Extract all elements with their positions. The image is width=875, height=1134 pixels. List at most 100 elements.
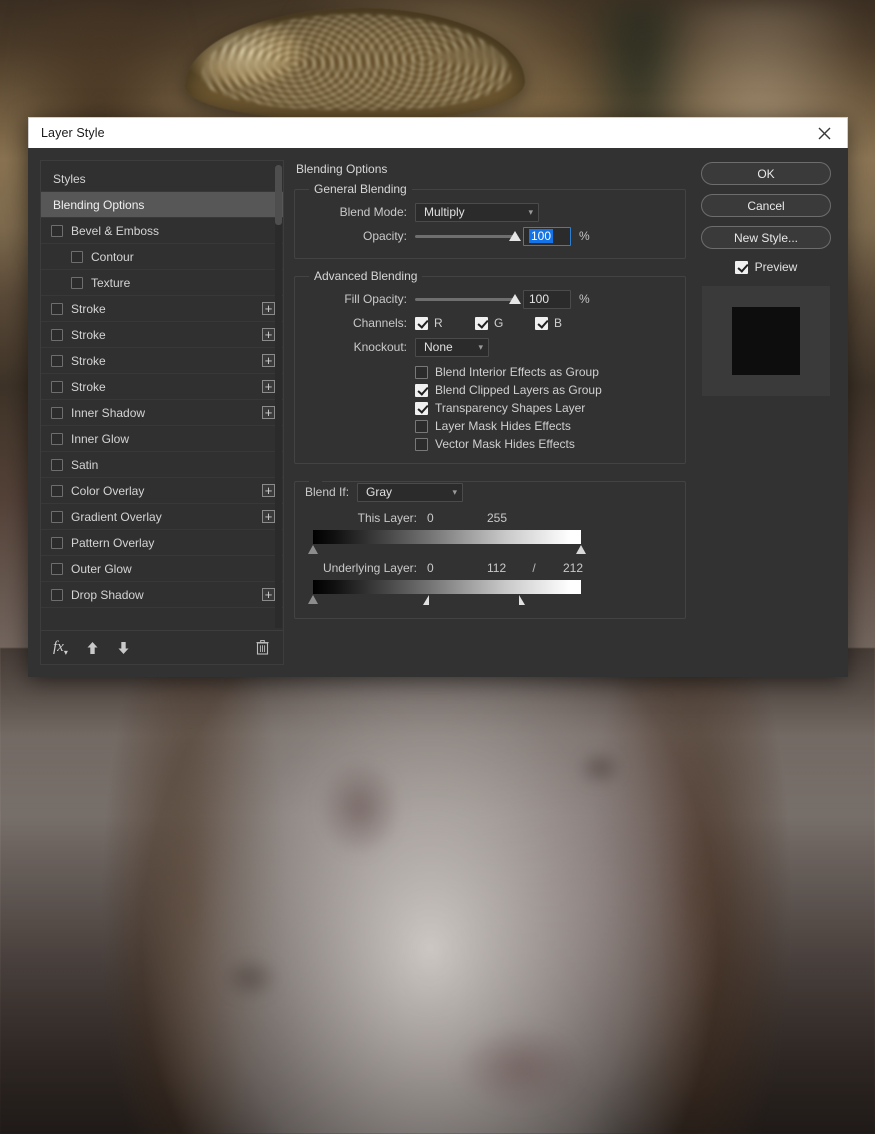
style-row-checkbox[interactable] bbox=[51, 458, 63, 471]
trash-icon[interactable] bbox=[256, 640, 269, 655]
style-row-checkbox[interactable] bbox=[71, 250, 83, 263]
style-row-label: Inner Glow bbox=[71, 431, 130, 446]
style-row-checkbox[interactable] bbox=[51, 432, 63, 445]
fill-opacity-slider[interactable] bbox=[415, 290, 521, 308]
style-row-styles[interactable]: Styles bbox=[41, 166, 283, 192]
underlying-layer-white-handle[interactable] bbox=[519, 595, 526, 605]
styles-list[interactable]: Styles Blending Options Bevel & Emboss Cont… bbox=[41, 161, 283, 630]
arrow-down-icon[interactable] bbox=[117, 641, 130, 655]
blend-if-value: Gray bbox=[366, 485, 393, 499]
style-row-inner-shadow[interactable]: Inner Shadow + bbox=[41, 400, 283, 426]
new-style-button[interactable]: New Style... bbox=[701, 226, 831, 249]
style-row-checkbox[interactable] bbox=[51, 302, 63, 315]
style-row-checkbox[interactable] bbox=[51, 484, 63, 497]
add-effect-icon[interactable]: + bbox=[262, 328, 275, 341]
background-figure bbox=[0, 648, 875, 1134]
underlying-layer-slider[interactable] bbox=[308, 580, 675, 608]
channel-r-checkbox[interactable] bbox=[415, 316, 428, 330]
style-row-blending-options[interactable]: Blending Options bbox=[41, 192, 283, 218]
opacity-slider-track bbox=[415, 234, 515, 238]
adv-checkbox-layer-mask-hides-effects[interactable]: Layer Mask Hides Effects bbox=[415, 417, 675, 435]
this-layer-white-handle[interactable] bbox=[576, 545, 586, 554]
adv-checkbox-box[interactable] bbox=[415, 419, 428, 433]
channel-r[interactable]: R bbox=[415, 316, 467, 330]
style-row-contour[interactable]: Contour bbox=[41, 244, 283, 270]
opacity-slider-thumb[interactable] bbox=[509, 231, 521, 241]
style-row-checkbox[interactable] bbox=[51, 380, 63, 393]
style-row-pattern-overlay[interactable]: Pattern Overlay bbox=[41, 530, 283, 556]
add-effect-icon[interactable]: + bbox=[262, 484, 275, 497]
adv-checkbox-box[interactable] bbox=[415, 401, 428, 415]
style-row-bevel-emboss[interactable]: Bevel & Emboss bbox=[41, 218, 283, 244]
style-row-checkbox[interactable] bbox=[51, 354, 63, 367]
fill-opacity-slider-thumb[interactable] bbox=[509, 294, 521, 304]
knockout-select[interactable]: None ▾ bbox=[415, 337, 489, 357]
channel-g-checkbox[interactable] bbox=[475, 316, 488, 330]
style-row-drop-shadow[interactable]: Drop Shadow + bbox=[41, 582, 283, 608]
underlying-layer-mid-handle[interactable] bbox=[422, 595, 429, 605]
opacity-slider[interactable] bbox=[415, 227, 521, 245]
adv-checkbox-blend-interior-effects-as-group[interactable]: Blend Interior Effects as Group bbox=[415, 363, 675, 381]
opacity-input[interactable]: 100 bbox=[523, 226, 571, 246]
ok-button[interactable]: OK bbox=[701, 162, 831, 185]
styles-scrollbar-thumb[interactable] bbox=[275, 165, 282, 225]
preview-toggle[interactable]: Preview bbox=[734, 260, 797, 274]
add-effect-icon[interactable]: + bbox=[262, 588, 275, 601]
fx-icon[interactable]: fx▾ bbox=[53, 639, 68, 657]
add-effect-icon[interactable]: + bbox=[262, 510, 275, 523]
channel-g-label: G bbox=[494, 316, 504, 330]
underlying-layer-high-value: 212 bbox=[562, 561, 583, 575]
this-layer-slider[interactable] bbox=[308, 530, 675, 558]
adv-checkbox-box[interactable] bbox=[415, 437, 428, 451]
style-row-stroke[interactable]: Stroke + bbox=[41, 374, 283, 400]
channel-g[interactable]: G bbox=[475, 316, 527, 330]
style-row-checkbox[interactable] bbox=[51, 588, 63, 601]
knockout-label: Knockout: bbox=[353, 340, 407, 354]
blend-mode-select[interactable]: Multiply ▾ bbox=[415, 202, 539, 222]
cancel-button[interactable]: Cancel bbox=[701, 194, 831, 217]
blend-if-select[interactable]: Gray ▾ bbox=[357, 482, 463, 502]
style-row-satin[interactable]: Satin bbox=[41, 452, 283, 478]
underlying-layer-black-handle[interactable] bbox=[308, 595, 318, 604]
style-row-color-overlay[interactable]: Color Overlay + bbox=[41, 478, 283, 504]
style-row-checkbox[interactable] bbox=[51, 328, 63, 341]
styles-footer-toolbar: fx▾ bbox=[41, 630, 283, 664]
close-icon[interactable] bbox=[801, 118, 847, 149]
style-row-checkbox[interactable] bbox=[51, 536, 63, 549]
add-effect-icon[interactable]: + bbox=[262, 302, 275, 315]
styles-scrollbar[interactable] bbox=[275, 165, 282, 628]
blend-mode-row: Blend Mode: Multiply ▾ bbox=[305, 200, 675, 224]
style-row-checkbox[interactable] bbox=[51, 562, 63, 575]
add-effect-icon[interactable]: + bbox=[262, 354, 275, 367]
add-effect-icon[interactable]: + bbox=[262, 380, 275, 393]
underlying-layer-handles[interactable] bbox=[308, 594, 581, 608]
preview-checkbox[interactable] bbox=[734, 260, 748, 274]
knockout-row: Knockout: None ▾ bbox=[305, 335, 675, 359]
this-layer-black-handle[interactable] bbox=[308, 545, 318, 554]
channel-b-checkbox[interactable] bbox=[535, 316, 548, 330]
general-blending-legend: General Blending bbox=[314, 182, 407, 196]
adv-checkbox-box[interactable] bbox=[415, 383, 428, 397]
style-row-texture[interactable]: Texture bbox=[41, 270, 283, 296]
this-layer-handles[interactable] bbox=[308, 544, 586, 558]
style-row-gradient-overlay[interactable]: Gradient Overlay + bbox=[41, 504, 283, 530]
style-row-checkbox[interactable] bbox=[51, 510, 63, 523]
fill-opacity-input[interactable]: 100 bbox=[523, 289, 571, 309]
style-row-stroke[interactable]: Stroke + bbox=[41, 322, 283, 348]
channel-b[interactable]: B bbox=[535, 316, 587, 330]
adv-checkbox-blend-clipped-layers-as-group[interactable]: Blend Clipped Layers as Group bbox=[415, 381, 675, 399]
style-row-checkbox[interactable] bbox=[51, 406, 63, 419]
adv-checkbox-box[interactable] bbox=[415, 365, 428, 379]
blend-if-row: Blend If: Gray ▾ bbox=[305, 480, 675, 504]
style-row-inner-glow[interactable]: Inner Glow bbox=[41, 426, 283, 452]
add-effect-icon[interactable]: + bbox=[262, 406, 275, 419]
arrow-up-icon[interactable] bbox=[86, 641, 99, 655]
adv-checkbox-vector-mask-hides-effects[interactable]: Vector Mask Hides Effects bbox=[415, 435, 675, 453]
blend-if-label: Blend If: bbox=[305, 485, 350, 499]
style-row-stroke[interactable]: Stroke + bbox=[41, 296, 283, 322]
adv-checkbox-transparency-shapes-layer[interactable]: Transparency Shapes Layer bbox=[415, 399, 675, 417]
style-row-checkbox[interactable] bbox=[71, 276, 83, 289]
style-row-outer-glow[interactable]: Outer Glow bbox=[41, 556, 283, 582]
style-row-checkbox[interactable] bbox=[51, 224, 63, 237]
style-row-stroke[interactable]: Stroke + bbox=[41, 348, 283, 374]
